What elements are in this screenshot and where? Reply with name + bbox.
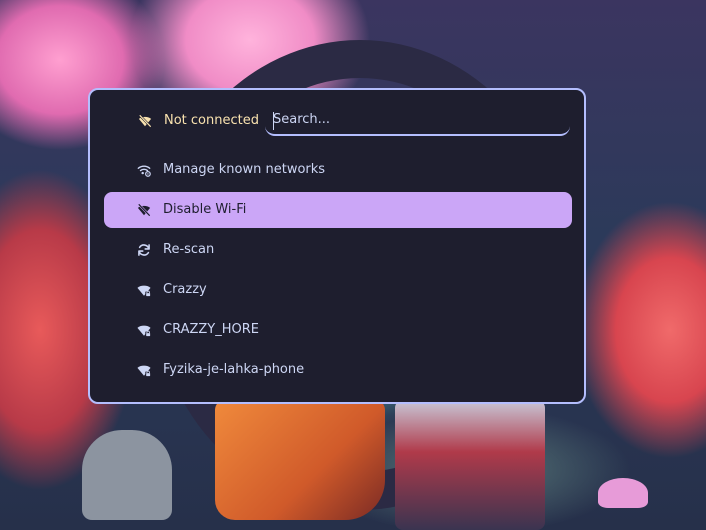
menu-item-label: Re-scan [163, 242, 215, 257]
menu-item-manage-known-networks[interactable]: Manage known networks [104, 152, 572, 188]
connection-status-text: Not connected [164, 113, 259, 128]
wifi-settings-icon [137, 165, 151, 177]
wifi-off-icon [137, 203, 151, 217]
wallpaper-statues [82, 430, 172, 520]
search-input[interactable] [265, 108, 570, 136]
menu-item-network-crazzy-hore[interactable]: CRAZZY_HORE [104, 312, 572, 348]
wifi-locked-icon [137, 285, 151, 297]
menu-item-label: Fyzika-je-lahka-phone [163, 362, 305, 377]
refresh-icon [138, 244, 150, 256]
menu-item-disable-wifi[interactable]: Disable Wi-Fi [104, 192, 572, 228]
menu-item-network-fyzika-je-lahka-phone[interactable]: Fyzika-je-lahka-phone [104, 352, 572, 388]
menu-header: Not connected [90, 90, 584, 152]
wallpaper-figure-left [215, 400, 385, 520]
wifi-off-icon [138, 114, 152, 128]
text-cursor [273, 112, 274, 130]
menu-item-label: Crazzy [163, 282, 207, 297]
wifi-locked-icon [137, 365, 151, 377]
menu-item-network-crazzy[interactable]: Crazzy [104, 272, 572, 308]
menu-item-list: Manage known networks Disable Wi-Fi Re-s… [104, 152, 572, 392]
wifi-locked-icon [137, 325, 151, 337]
menu-item-label: Disable Wi-Fi [163, 202, 247, 217]
menu-item-rescan[interactable]: Re-scan [104, 232, 572, 268]
wallpaper-figure-right [395, 400, 545, 530]
menu-item-label: Manage known networks [163, 162, 326, 177]
wallpaper-lotus-flower [598, 478, 648, 508]
menu-item-label: CRAZZY_HORE [163, 322, 259, 337]
wifi-menu: Not connected Manage known networks Disa… [88, 88, 586, 404]
